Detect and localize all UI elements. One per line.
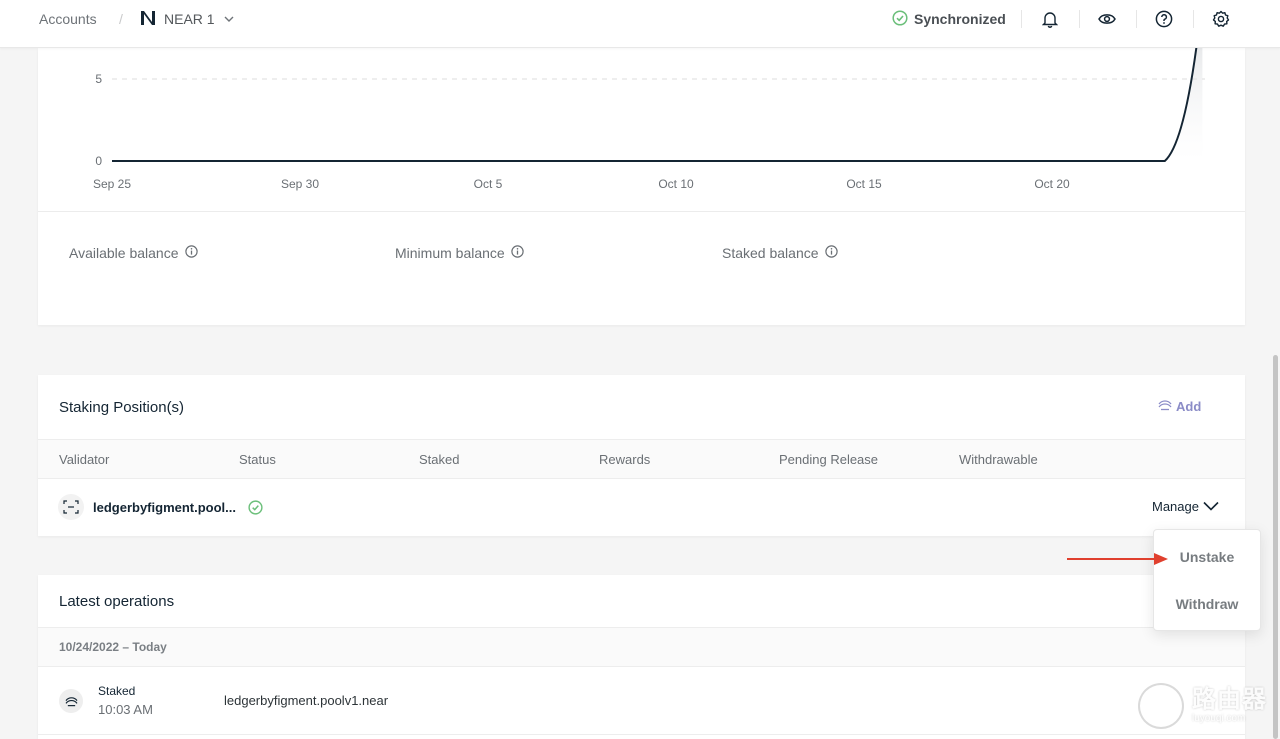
divider xyxy=(1193,10,1194,28)
add-label: Add xyxy=(1176,399,1202,414)
available-balance: Available balance xyxy=(69,245,198,261)
operation-row[interactable]: Staked 10:03 AM ledgerbyfigment.poolv1.n… xyxy=(38,667,1245,735)
balance-chart: 0 5 Sep 25 Sep 30 Oct 5 Oct 10 Oct 15 Oct 20 xyxy=(93,48,1205,191)
operation-type: Staked xyxy=(98,684,136,698)
operations-title: Latest operations xyxy=(59,593,175,610)
operation-time: 10:03 AM xyxy=(98,702,153,717)
divider xyxy=(38,211,1245,212)
info-icon[interactable] xyxy=(511,245,524,261)
breadcrumb-accounts[interactable]: Accounts xyxy=(39,11,97,27)
chevron-down-icon xyxy=(224,11,234,27)
column-header: Status xyxy=(239,452,276,467)
latest-operations-card: Latest operations 10/24/2022 – Today Sta… xyxy=(38,575,1245,739)
divider xyxy=(1021,10,1022,28)
add-staking-button[interactable]: Add xyxy=(1158,399,1201,414)
check-circle-icon xyxy=(892,9,908,29)
staking-table-header: Validator Status Staked Rewards Pending … xyxy=(38,439,1245,479)
withdraw-menu-item[interactable]: Withdraw xyxy=(1154,596,1260,612)
series-area xyxy=(112,48,1203,161)
settings-icon[interactable] xyxy=(1210,8,1232,30)
stake-icon xyxy=(59,689,83,713)
x-tick-label: Oct 10 xyxy=(658,177,694,191)
sync-status: Synchronized xyxy=(892,9,1006,29)
help-icon[interactable] xyxy=(1153,8,1175,30)
y-tick-label: 5 xyxy=(95,72,102,86)
x-tick-label: Oct 15 xyxy=(846,177,882,191)
manage-button[interactable]: Manage xyxy=(1152,499,1219,514)
column-header: Staked xyxy=(419,452,460,467)
info-icon[interactable] xyxy=(184,245,198,261)
watermark: 路由器 luyouqi.com xyxy=(1138,676,1280,736)
sync-status-label: Synchronized xyxy=(914,11,1006,27)
x-tick-label: Oct 5 xyxy=(474,177,503,191)
annotation-arrow-icon xyxy=(1067,553,1168,565)
manage-dropdown-menu: Unstake Withdraw xyxy=(1153,529,1261,631)
staking-title: Staking Position(s) xyxy=(59,399,185,416)
manage-label: Manage xyxy=(1152,499,1199,514)
top-bar: Accounts / NEAR 1 Synchronized xyxy=(0,0,1280,48)
column-header: Withdrawable xyxy=(959,452,1038,467)
watermark-logo-icon xyxy=(1138,683,1184,729)
breadcrumb-separator: / xyxy=(119,11,123,27)
staked-balance-label: Staked balance xyxy=(722,245,819,261)
chevron-down-icon xyxy=(1203,499,1219,514)
watermark-url: luyouqi.com xyxy=(1192,713,1246,724)
date-group-header: 10/24/2022 – Today xyxy=(38,627,1245,667)
bell-icon[interactable] xyxy=(1039,8,1061,30)
divider xyxy=(1136,10,1137,28)
minimum-balance: Minimum balance xyxy=(395,245,524,261)
column-header: Validator xyxy=(59,452,110,467)
table-row: ledgerbyfigment.pool... Manage xyxy=(38,479,1245,536)
date-group-label: 10/24/2022 – Today xyxy=(59,640,167,654)
balance-card: 0 5 Sep 25 Sep 30 Oct 5 Oct 10 Oct 15 Oct 20 Av… xyxy=(38,48,1245,325)
info-icon[interactable] xyxy=(824,245,838,261)
staking-positions-card: Staking Position(s) Add Validator Status… xyxy=(38,375,1245,536)
column-header: Rewards xyxy=(599,452,651,467)
series-line xyxy=(112,48,1198,162)
staked-balance: Staked balance xyxy=(722,245,838,261)
x-tick-label: Sep 30 xyxy=(281,177,319,191)
validator-avatar-icon xyxy=(58,494,84,520)
watermark-text: 路由器 xyxy=(1192,686,1267,713)
available-balance-label: Available balance xyxy=(69,245,179,261)
validator-name[interactable]: ledgerbyfigment.pool... xyxy=(93,500,236,515)
near-logo-icon xyxy=(139,9,157,30)
check-circle-icon xyxy=(248,500,263,520)
stake-icon xyxy=(1158,399,1172,414)
y-tick-label: 0 xyxy=(95,154,102,168)
x-tick-label: Oct 20 xyxy=(1034,177,1070,191)
minimum-balance-label: Minimum balance xyxy=(395,245,505,261)
column-header: Pending Release xyxy=(779,452,879,467)
x-tick-label: Sep 25 xyxy=(93,177,131,191)
divider xyxy=(1079,10,1080,28)
eye-icon[interactable] xyxy=(1096,8,1118,30)
account-name: NEAR 1 xyxy=(164,11,215,27)
account-selector[interactable]: NEAR 1 xyxy=(139,8,234,30)
operation-account: ledgerbyfigment.poolv1.near xyxy=(224,693,389,708)
